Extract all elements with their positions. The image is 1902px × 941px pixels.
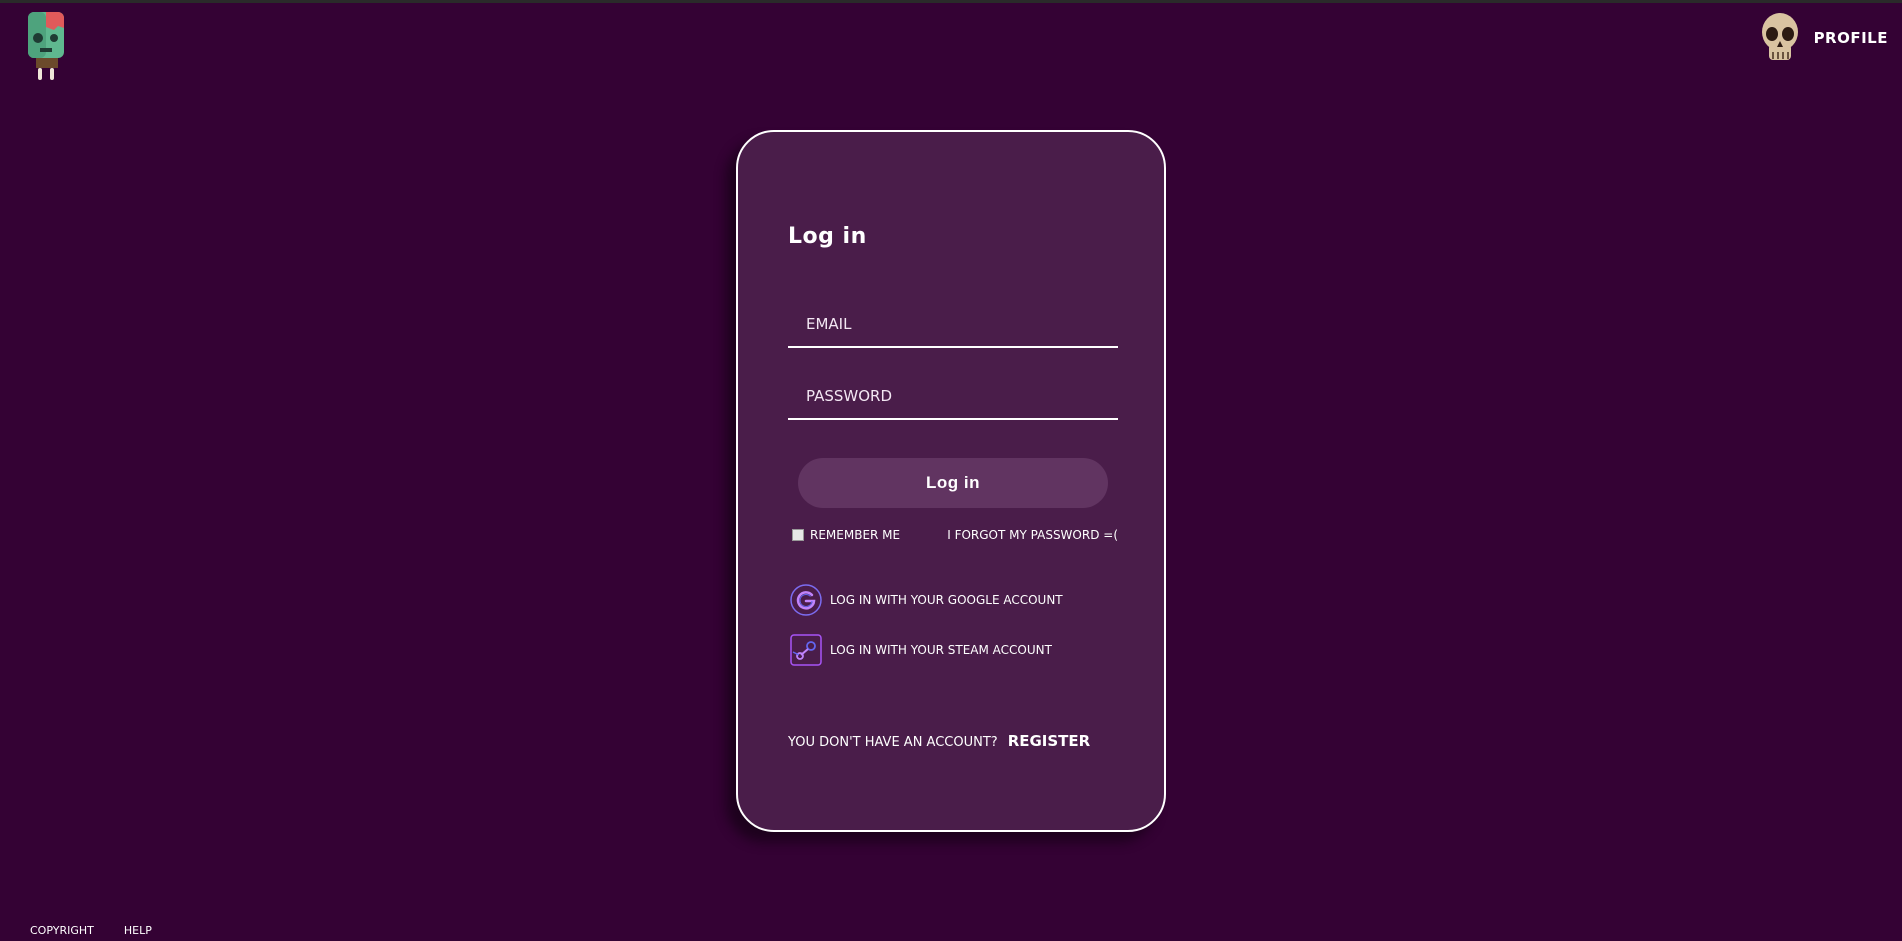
login-button[interactable]: Log in	[798, 458, 1108, 508]
steam-icon	[790, 634, 822, 666]
steam-login-button[interactable]: Log in with your Steam account	[790, 634, 1052, 666]
google-login-label: Log in with your google account	[830, 593, 1063, 607]
profile-label: PROFILE	[1813, 29, 1888, 47]
steam-login-label: Log in with your Steam account	[830, 643, 1052, 657]
register-row: You don't have an account? Register	[788, 732, 1090, 750]
remember-me-label: Remember me	[810, 528, 901, 542]
login-title: Log in	[788, 224, 867, 249]
skull-icon	[1761, 13, 1798, 60]
zombie-popsicle-icon	[28, 12, 64, 80]
remember-me-checkbox[interactable]	[792, 529, 804, 541]
profile-link[interactable]: PROFILE	[1760, 12, 1888, 64]
remember-me[interactable]: Remember me	[792, 528, 900, 542]
site-logo[interactable]	[24, 12, 68, 84]
google-icon	[790, 584, 822, 616]
email-field[interactable]	[788, 302, 1118, 346]
login-card: Log in Log in Remember me I forgot my pa…	[736, 130, 1166, 832]
forgot-password-link[interactable]: I forgot my password =(	[947, 528, 1118, 542]
password-field-wrapper	[788, 374, 1118, 420]
no-account-text: You don't have an account?	[788, 735, 998, 750]
footer-copyright-link[interactable]: Copyright	[30, 924, 94, 937]
footer-help-link[interactable]: Help	[124, 924, 152, 937]
footer: Copyright Help	[30, 924, 152, 937]
register-link[interactable]: Register	[1008, 732, 1091, 750]
google-login-button[interactable]: Log in with your google account	[790, 584, 1063, 616]
top-border	[0, 0, 1902, 3]
password-field[interactable]	[788, 374, 1118, 418]
email-field-wrapper	[788, 302, 1118, 348]
login-options: Remember me I forgot my password =(	[792, 528, 1118, 542]
